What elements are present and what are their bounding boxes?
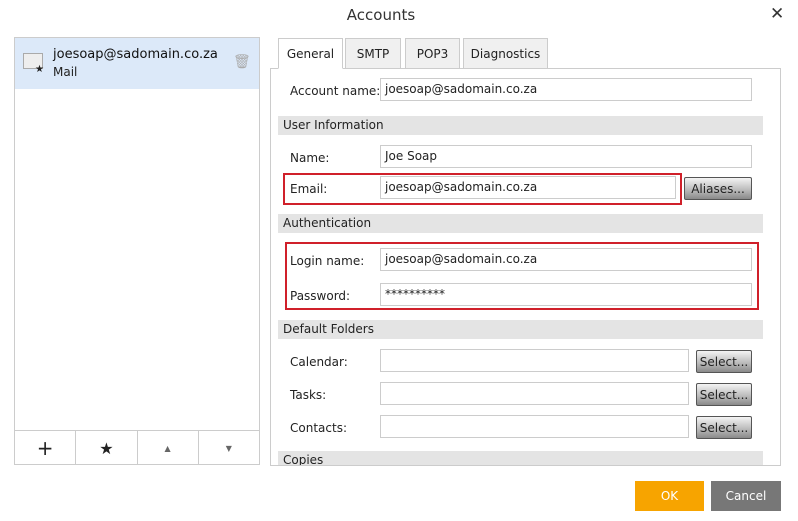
tab-general[interactable]: General — [278, 38, 343, 69]
move-down-button[interactable]: ▼ — [199, 431, 259, 465]
section-authentication: Authentication — [278, 214, 763, 233]
trash-icon[interactable]: 🗑 — [233, 54, 251, 70]
login-name-label: Login name: — [290, 254, 365, 268]
move-up-button[interactable]: ▲ — [138, 431, 199, 465]
section-user-information: User Information — [278, 116, 763, 135]
set-default-button[interactable]: ★ — [76, 431, 138, 465]
password-label: Password: — [290, 289, 351, 303]
aliases-button[interactable]: Aliases... — [684, 177, 752, 200]
tab-diagnostics[interactable]: Diagnostics — [463, 38, 548, 69]
tab-smtp[interactable]: SMTP — [345, 38, 401, 69]
contacts-select-button[interactable]: Select... — [696, 416, 752, 439]
email-input[interactable]: joesoap@sadomain.co.za — [380, 176, 676, 199]
panel-bottom-border — [270, 465, 781, 466]
account-name-label: Account name: — [290, 84, 381, 98]
password-input[interactable]: ********** — [380, 283, 752, 306]
calendar-label: Calendar: — [290, 355, 348, 369]
plus-icon: + — [36, 436, 54, 460]
account-item[interactable]: ★ joesoap@sadomain.co.za Mail 🗑 — [15, 38, 259, 89]
dialog-title: Accounts — [346, 6, 416, 24]
copies-clip: Copies — [278, 451, 763, 465]
tasks-select-button[interactable]: Select... — [696, 383, 752, 406]
down-arrow-icon: ▼ — [225, 443, 232, 453]
tasks-input[interactable] — [380, 382, 689, 405]
star-icon: ★ — [99, 438, 114, 458]
ok-button[interactable]: OK — [635, 481, 704, 511]
contacts-input[interactable] — [380, 415, 689, 438]
account-type: Mail — [53, 65, 78, 79]
account-list: ★ joesoap@sadomain.co.za Mail 🗑 + ★ ▲ ▼ — [14, 37, 260, 465]
cancel-button[interactable]: Cancel — [711, 481, 781, 511]
account-name-input[interactable]: joesoap@sadomain.co.za — [380, 78, 752, 101]
tab-pop3[interactable]: POP3 — [405, 38, 460, 69]
section-default-folders: Default Folders — [278, 320, 763, 339]
default-star-icon: ★ — [35, 64, 44, 75]
email-label: Email: — [290, 182, 328, 196]
name-label: Name: — [290, 151, 330, 165]
name-input[interactable]: Joe Soap — [380, 145, 752, 168]
section-copies: Copies — [278, 451, 763, 465]
add-account-button[interactable]: + — [15, 431, 77, 465]
account-email: joesoap@sadomain.co.za — [53, 47, 218, 62]
account-toolbar: + ★ ▲ ▼ — [15, 430, 259, 465]
contacts-label: Contacts: — [290, 421, 347, 435]
up-arrow-icon: ▲ — [164, 443, 171, 453]
login-name-input[interactable]: joesoap@sadomain.co.za — [380, 248, 752, 271]
calendar-select-button[interactable]: Select... — [696, 350, 752, 373]
close-icon[interactable]: ✕ — [770, 4, 784, 24]
tasks-label: Tasks: — [290, 388, 327, 402]
calendar-input[interactable] — [380, 349, 689, 372]
